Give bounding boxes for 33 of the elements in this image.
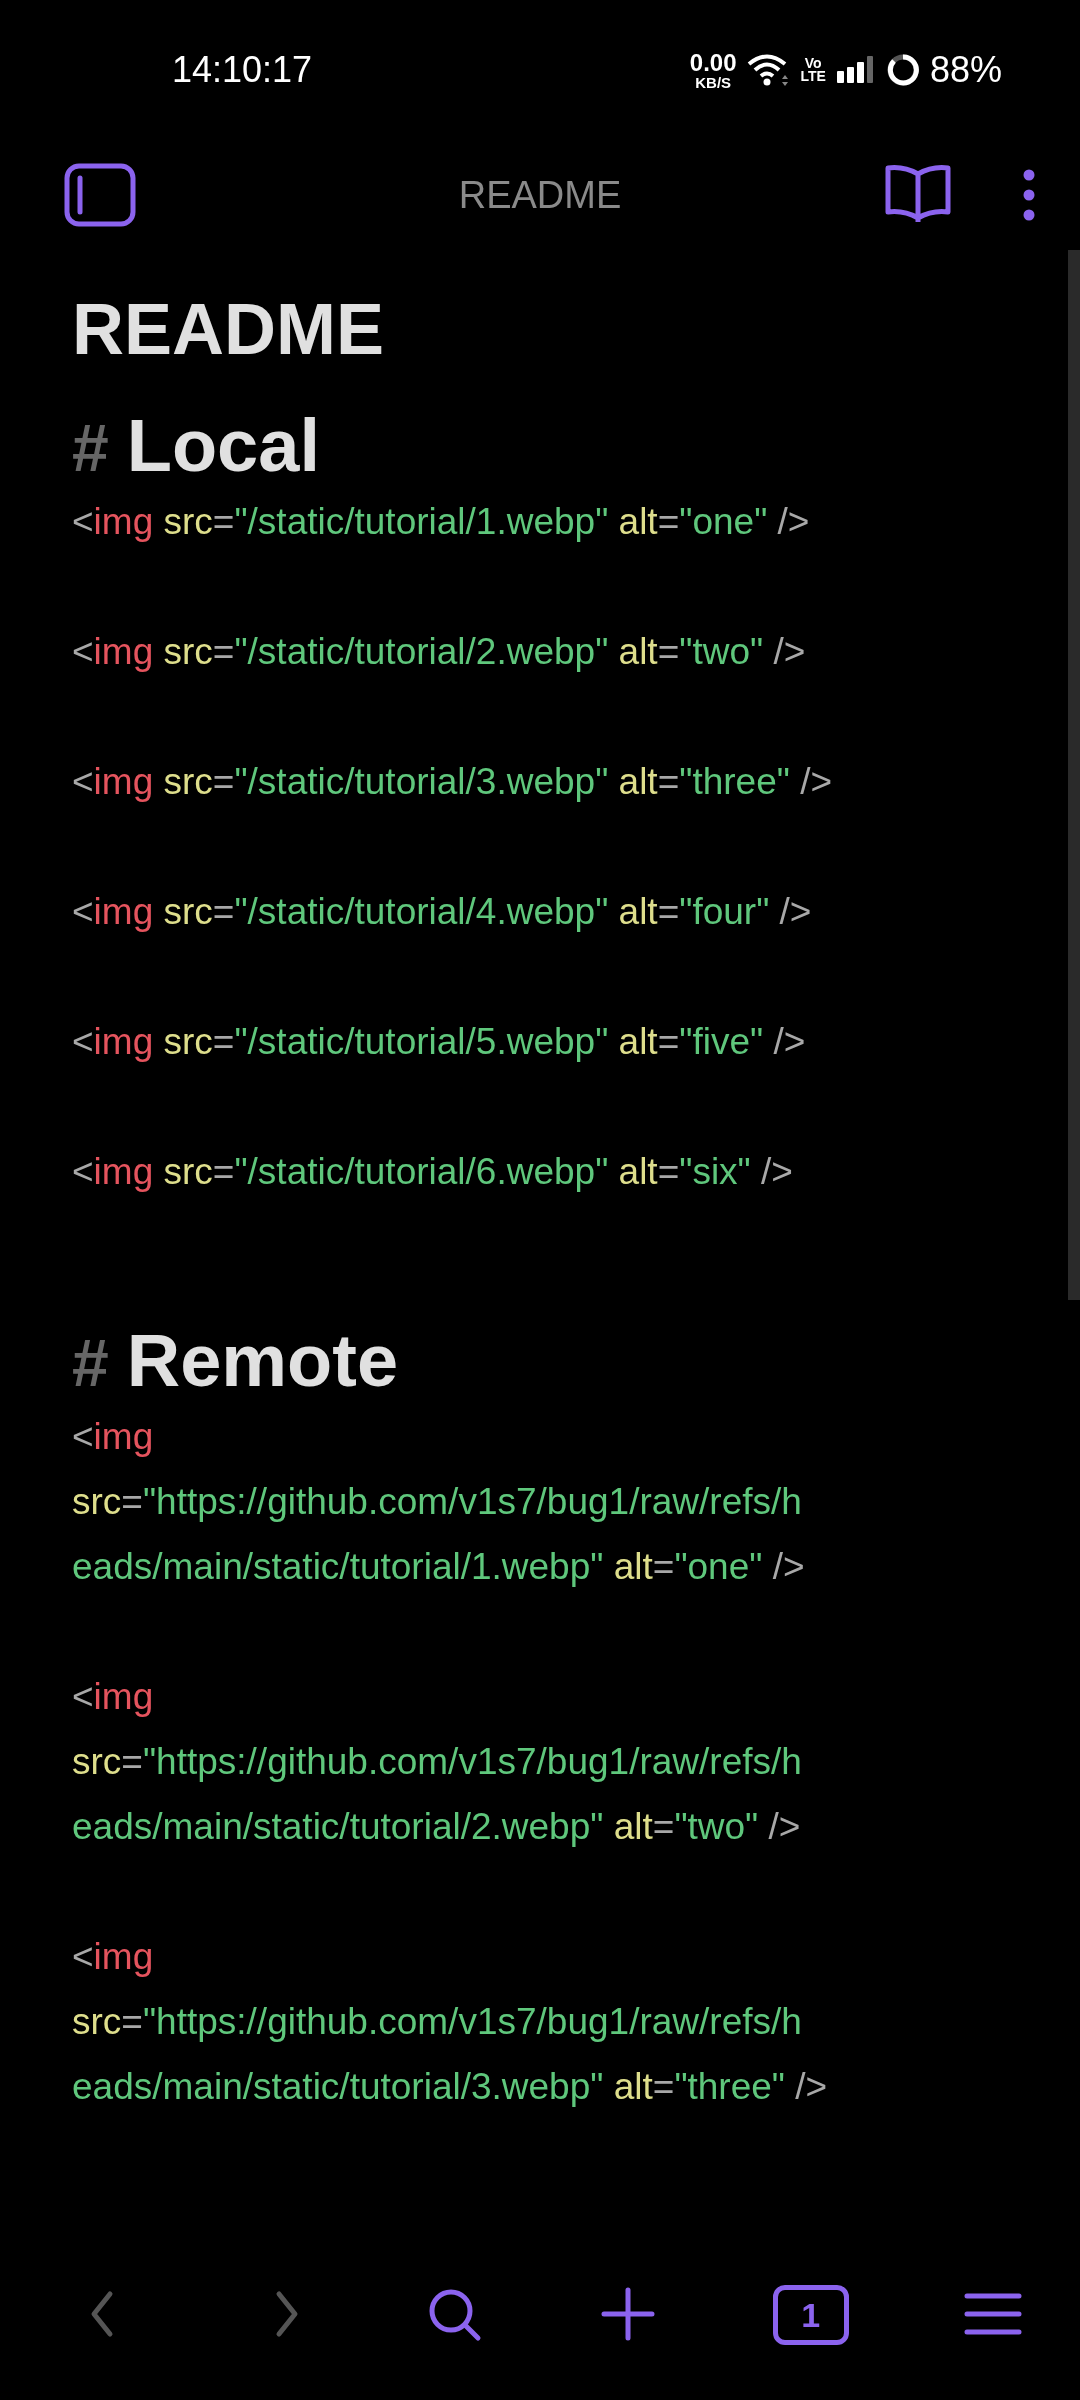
code-line: <img src="/static/tutorial/6.webp" alt="six" /> bbox=[72, 1150, 793, 1195]
heading-marker: # bbox=[72, 1330, 109, 1397]
document-title: README bbox=[72, 290, 385, 370]
clock-time: 14:10:17 bbox=[172, 49, 313, 91]
code-line: <img bbox=[72, 1675, 154, 1720]
code-line: <img bbox=[72, 1935, 154, 1980]
code-line: <img src="/static/tutorial/4.webp" alt="four" /> bbox=[72, 890, 812, 935]
tab-count-button[interactable]: 1 bbox=[772, 2285, 849, 2345]
lte-label: LTE bbox=[800, 70, 826, 84]
code-line: <img bbox=[72, 1415, 154, 1460]
code-line: <img src="/static/tutorial/1.webp" alt="one" /> bbox=[72, 500, 810, 545]
code-line: <img src="/static/tutorial/5.webp" alt="five" /> bbox=[72, 1020, 806, 1065]
code-line: eads/main/static/tutorial/1.webp" alt="one" /> bbox=[72, 1545, 805, 1590]
code-line: <img src="/static/tutorial/3.webp" alt="three" /> bbox=[72, 760, 833, 805]
code-line: src="https://github.com/v1s7/bug1/raw/refs/h bbox=[72, 2000, 802, 2045]
net-unit: KB/S bbox=[695, 74, 732, 90]
net-speed: 0.00 bbox=[689, 50, 737, 75]
section-heading: Remote bbox=[126, 1324, 399, 1399]
battery-percent: 88% bbox=[929, 49, 1002, 91]
battery-ring-icon bbox=[885, 53, 920, 87]
code-line: src="https://github.com/v1s7/bug1/raw/refs/h bbox=[72, 1480, 802, 1525]
more-options-icon[interactable] bbox=[1022, 169, 1036, 221]
page-title: README bbox=[458, 173, 622, 217]
code-line: src="https://github.com/v1s7/bug1/raw/refs/h bbox=[72, 1740, 802, 1785]
sidebar-toggle-icon[interactable] bbox=[64, 163, 136, 227]
code-line: <img src="/static/tutorial/2.webp" alt="two" /> bbox=[72, 630, 806, 675]
wifi-icon bbox=[746, 53, 791, 87]
volte-label: Vo bbox=[804, 56, 822, 70]
heading-marker: # bbox=[72, 415, 109, 482]
signal-icon bbox=[835, 55, 876, 85]
code-line: eads/main/static/tutorial/3.webp" alt="three" /> bbox=[72, 2065, 828, 2110]
code-line: eads/main/static/tutorial/2.webp" alt="two" /> bbox=[72, 1805, 801, 1850]
section-heading: Local bbox=[126, 409, 320, 484]
